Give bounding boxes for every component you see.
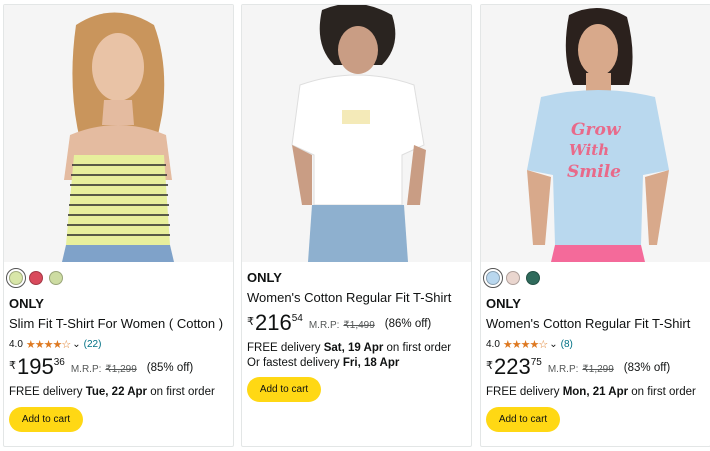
currency-symbol: ₹ xyxy=(247,316,254,328)
rating-row: 4.0 ★★★★☆ ⌄ (8) xyxy=(486,338,705,351)
product-image[interactable] xyxy=(4,5,233,262)
color-swatch[interactable] xyxy=(483,268,503,288)
mrp-value: ₹1,299 xyxy=(105,364,137,375)
price-fraction: 54 xyxy=(291,313,303,324)
fastest-prefix: Or fastest delivery xyxy=(247,357,343,369)
stars-icon[interactable]: ★★★★☆ xyxy=(503,338,548,351)
add-to-cart-button[interactable]: Add to cart xyxy=(247,377,321,402)
svg-text:Grow: Grow xyxy=(571,120,622,140)
mrp-label: M.R.P: xyxy=(547,364,579,375)
price-whole: 195 xyxy=(17,354,54,379)
price-whole: 223 xyxy=(494,354,531,379)
currency-symbol: ₹ xyxy=(9,360,16,372)
rating-row: 4.0 ★★★★☆ ⌄ (22) xyxy=(9,338,228,351)
svg-text:Smile: Smile xyxy=(567,162,621,182)
color-swatches xyxy=(483,268,540,288)
brand-name: ONLY xyxy=(9,296,44,311)
review-count-link[interactable]: (22) xyxy=(84,339,102,350)
mrp-value: ₹1,499 xyxy=(343,320,375,331)
color-swatch[interactable] xyxy=(6,268,26,288)
product-title[interactable]: Slim Fit T-Shirt For Women ( Cotton ) xyxy=(9,316,228,331)
delivery-info: FREE delivery Sat, 19 Apr on first order xyxy=(247,342,466,354)
chevron-down-icon[interactable]: ⌄ xyxy=(72,339,80,350)
product-image[interactable]: Grow With Smile xyxy=(481,5,710,262)
add-to-cart-button[interactable]: Add to cart xyxy=(486,407,560,432)
color-swatch[interactable] xyxy=(526,271,540,285)
delivery-prefix: FREE delivery xyxy=(486,386,563,398)
product-photo-woman-white-tshirt xyxy=(242,5,471,262)
chevron-down-icon[interactable]: ⌄ xyxy=(549,339,557,350)
delivery-prefix: FREE delivery xyxy=(247,342,324,354)
mrp-label: M.R.P: xyxy=(308,320,340,331)
discount-label: (85% off) xyxy=(146,362,194,374)
price-row: ₹ 195 36 M.R.P: ₹1,299 (85% off) xyxy=(9,356,228,378)
color-swatch[interactable] xyxy=(506,271,520,285)
delivery-date: Sat, 19 Apr xyxy=(323,342,384,354)
product-card[interactable]: ONLY Slim Fit T-Shirt For Women ( Cotton… xyxy=(3,4,234,447)
price-fraction: 75 xyxy=(530,357,542,368)
delivery-prefix: FREE delivery xyxy=(9,386,86,398)
product-title[interactable]: Women's Cotton Regular Fit T-Shirt xyxy=(247,290,466,305)
delivery-date: Tue, 22 Apr xyxy=(85,386,148,398)
mrp-label: M.R.P: xyxy=(70,364,102,375)
brand-name: ONLY xyxy=(247,270,282,285)
product-image[interactable] xyxy=(242,5,471,262)
fastest-delivery-info: Or fastest delivery Fri, 18 Apr xyxy=(247,357,466,369)
add-to-cart-button[interactable]: Add to cart xyxy=(9,407,83,432)
review-count-link[interactable]: (8) xyxy=(561,339,573,350)
delivery-info: FREE delivery Mon, 21 Apr on first order xyxy=(486,386,705,398)
color-swatches xyxy=(6,268,63,288)
discount-label: (86% off) xyxy=(384,318,432,330)
rating-value: 4.0 xyxy=(9,339,23,350)
delivery-info: FREE delivery Tue, 22 Apr on first order xyxy=(9,386,228,398)
price-row: ₹ 216 54 M.R.P: ₹1,499 (86% off) xyxy=(247,312,466,334)
mrp-value: ₹1,299 xyxy=(582,364,614,375)
discount-label: (83% off) xyxy=(623,362,671,374)
stars-icon[interactable]: ★★★★☆ xyxy=(26,338,71,351)
price-row: ₹ 223 75 M.R.P: ₹1,299 (83% off) xyxy=(486,356,705,378)
brand-name: ONLY xyxy=(486,296,521,311)
product-card[interactable]: Grow With Smile ONLY Women's Cotton Regu… xyxy=(480,4,710,447)
delivery-suffix: on first order xyxy=(383,342,452,354)
color-swatch[interactable] xyxy=(49,271,63,285)
product-photo-woman-blue-tshirt: Grow With Smile xyxy=(481,5,710,262)
currency-symbol: ₹ xyxy=(486,360,493,372)
price-fraction: 36 xyxy=(53,357,65,368)
price-whole: 216 xyxy=(255,310,292,335)
product-photo-woman-striped-top xyxy=(4,5,233,262)
fastest-date: Fri, 18 Apr xyxy=(342,357,400,369)
product-title[interactable]: Women's Cotton Regular Fit T-Shirt xyxy=(486,316,705,331)
rating-value: 4.0 xyxy=(486,339,500,350)
product-card[interactable]: ONLY Women's Cotton Regular Fit T-Shirt … xyxy=(241,4,472,447)
delivery-suffix: on first order xyxy=(147,386,215,398)
color-swatch[interactable] xyxy=(29,271,43,285)
delivery-date: Mon, 21 Apr xyxy=(562,386,629,398)
svg-text:With: With xyxy=(569,141,609,159)
delivery-suffix: on first order xyxy=(628,386,696,398)
